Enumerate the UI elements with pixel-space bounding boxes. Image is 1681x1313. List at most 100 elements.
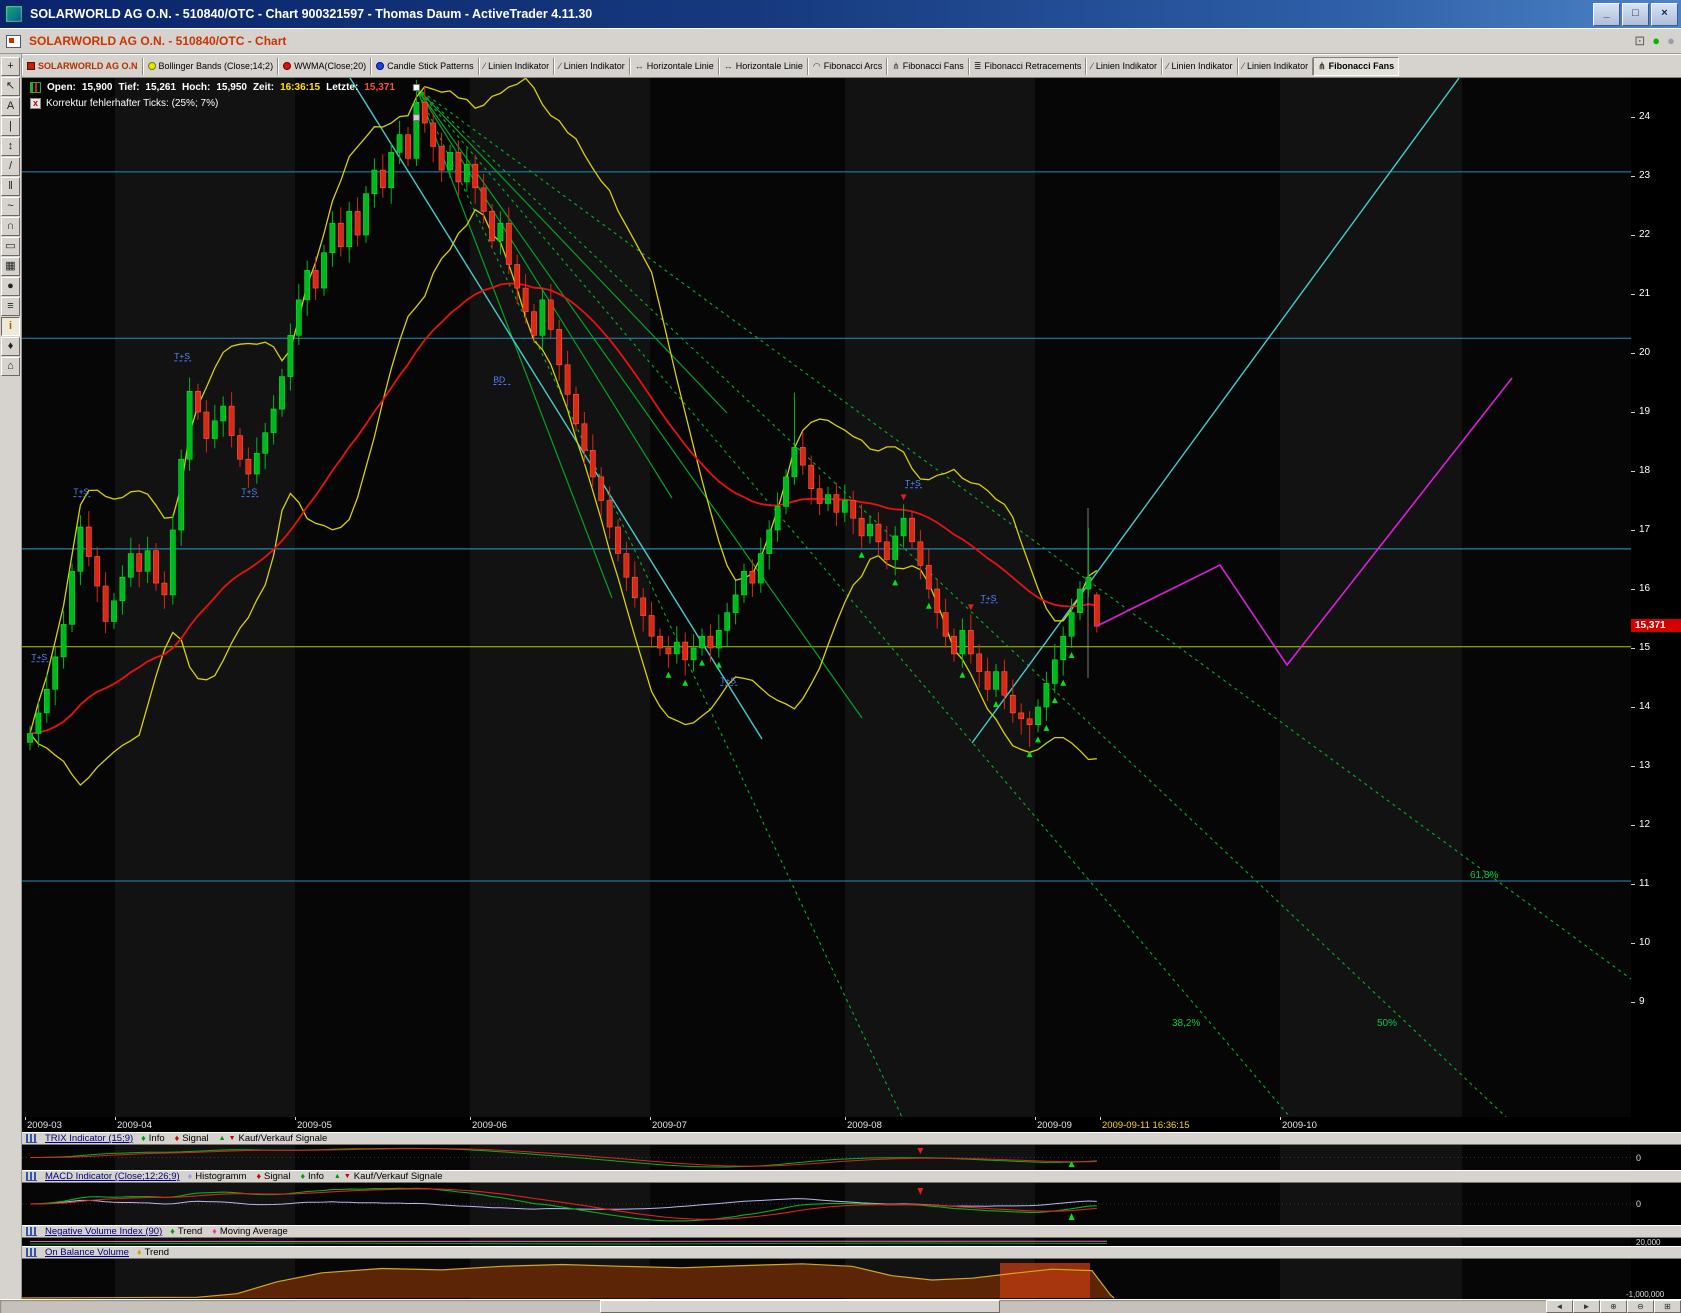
price-axis[interactable]: 242322212019181716151413121110915,371 [1631,78,1681,1117]
svg-text:T+S: T+S [720,675,736,685]
chip-label: Horizontale Linie [647,61,714,71]
price-axis-tick [1631,117,1635,118]
indicator-chip-5[interactable]: ∕Linien Indikator [479,58,555,75]
zoom-in-button[interactable]: ⊕ [1600,1300,1627,1313]
tool-pointer[interactable]: ↖ [1,77,20,96]
legend-kauf-verkauf-signale[interactable]: ▲▼Kauf/Verkauf Signale [219,1133,328,1144]
candlestick-chart[interactable]: T+ST+ST+ST+SBDT+ST+ST+S38,2%50%61,8% [22,78,1631,1117]
time-axis-label: 2009-05 [297,1120,332,1131]
tool-print[interactable]: ⌂ [1,357,20,376]
price-axis-label: 16 [1639,583,1650,594]
price-axis-tick [1631,1002,1635,1003]
moving-average-icon: ♦ [212,1227,217,1236]
scrollbar-thumb[interactable] [600,1300,1000,1313]
indicator-chip-11[interactable]: ≣Fibonacci Retracements [969,58,1087,75]
legend-histogramm[interactable]: ♦Histogramm [188,1171,247,1182]
float-window-button[interactable]: ⊡ [1634,32,1645,50]
macd-panel-title[interactable]: MACD Indicator (Close;12;26;9) [45,1171,180,1182]
legend-label: Trend [145,1247,169,1258]
tool-vertical-line[interactable]: | [1,117,20,136]
legend-trend[interactable]: ♦Trend [170,1226,202,1237]
buy-signal-icon: ▲ [219,1135,226,1142]
legend-signal[interactable]: ♦Signal [175,1133,209,1144]
indicator-chip-12[interactable]: ∕Linien Indikator [1086,58,1162,75]
trix-panel-chart[interactable]: 0 [22,1145,1681,1170]
legend-info[interactable]: ♦Info [300,1171,323,1182]
indicator-chip-9[interactable]: ◠Fibonacci Arcs [808,58,887,75]
trix-panel-title[interactable]: TRIX Indicator (15;9) [45,1133,133,1144]
indicator-chart-icon [26,1227,37,1236]
indicator-chip-8[interactable]: ↔Horizontale Linie [719,58,808,75]
indicator-chip-10[interactable]: ⋔Fibonacci Fans [887,58,969,75]
macd-panel-chart[interactable]: 0 [22,1183,1681,1225]
svg-text:T+S: T+S [981,593,997,603]
minimize-button[interactable]: _ [1593,3,1620,26]
high-value: 15,950 [216,82,247,93]
horizontal-scrollbar[interactable]: ◄ ► ⊕ ⊖ ⊞ [0,1299,1681,1313]
window-title: SOLARWORLD AG O.N. - 510840/OTC - Chart … [30,7,592,21]
drawing-toolbar: +↖A|↕/‖~∩▭▦●≡i♦⌂ [0,54,22,1299]
price-axis-label: 21 [1639,288,1650,299]
indicator-chip-2[interactable]: Bollinger Bands (Close;14;2) [143,58,279,75]
indicator-chip-15[interactable]: ⋔Fibonacci Fans [1313,57,1399,76]
tool-info[interactable]: i [1,317,20,336]
chart-window-title: SOLARWORLD AG O.N. - 510840/OTC - Chart [29,34,286,48]
legend-label: Signal [182,1133,208,1144]
price-axis-label: 18 [1639,465,1650,476]
legend-moving-average[interactable]: ♦Moving Average [212,1226,288,1237]
svg-text:0: 0 [1636,1153,1641,1163]
zoom-out-button[interactable]: ⊖ [1627,1300,1654,1313]
time-axis-tick [470,1117,471,1120]
tool-marker[interactable]: ♦ [1,337,20,356]
obv-panel-title[interactable]: On Balance Volume [45,1247,129,1258]
tool-list[interactable]: ≡ [1,297,20,316]
tool-trendline[interactable]: / [1,157,20,176]
obv-panel-chart[interactable]: -1,000,000 [22,1259,1681,1299]
price-axis-label: 19 [1639,406,1650,417]
scroll-left-button[interactable]: ◄ [1546,1300,1573,1313]
indicator-chip-7[interactable]: ↔Horizontale Linie [630,58,719,75]
tool-text[interactable]: A [1,97,20,116]
legend-signal[interactable]: ♦Signal [256,1171,290,1182]
legend-trend[interactable]: ♦Trend [137,1247,169,1258]
nvi-panel-chart[interactable]: 20,000 [22,1238,1681,1246]
time-axis-tick [1035,1117,1036,1120]
legend-kauf-verkauf-signale[interactable]: ▲▼Kauf/Verkauf Signale [334,1171,443,1182]
nvi-panel-title[interactable]: Negative Volume Index (90) [45,1226,162,1237]
legend-info[interactable]: ♦Info [141,1133,164,1144]
svg-text:50%: 50% [1377,1018,1397,1029]
indicator-chip-14[interactable]: ∕Linien Indikator [1238,58,1314,75]
trend-icon: ♦ [170,1227,175,1236]
chip-label: Linien Indikator [1247,61,1308,71]
tool-rectangle[interactable]: ▭ [1,237,20,256]
tool-arc[interactable]: ∩ [1,217,20,236]
indicator-chip-13[interactable]: ∕Linien Indikator [1162,58,1238,75]
tool-crosshair[interactable]: + [1,57,20,76]
restore-button[interactable]: □ [1622,3,1649,26]
tool-grid[interactable]: ▦ [1,257,20,276]
indicator-chip-6[interactable]: ∕Linien Indikator [554,58,630,75]
secondary-status-icon[interactable]: ● [1667,32,1675,50]
time-axis-label: 2009-09-11 16:36:15 [1102,1120,1190,1131]
legend-label: Moving Average [220,1226,288,1237]
time-axis[interactable]: 2009-032009-042009-052009-062009-072009-… [22,1117,1681,1132]
signal-icon: ♦ [175,1134,180,1143]
connection-status-icon[interactable]: ● [1652,32,1660,50]
tool-ellipse[interactable]: ● [1,277,20,296]
chart-canvas[interactable]: T+ST+ST+ST+SBDT+ST+ST+S38,2%50%61,8% Ope… [22,78,1631,1117]
tool-freehand[interactable]: ~ [1,197,20,216]
indicator-chip-4[interactable]: Candle Stick Patterns [371,58,479,75]
indicator-chip-3[interactable]: WWMA(Close;20) [278,58,371,75]
indicator-chip-1[interactable]: SOLARWORLD AG O.N [22,58,143,75]
chip-label: Linien Indikator [1171,61,1232,71]
close-button[interactable]: × [1651,3,1678,26]
tool-parallel-channel[interactable]: ‖ [1,177,20,196]
scroll-right-button[interactable]: ► [1573,1300,1600,1313]
tool-measure[interactable]: ↕ [1,137,20,156]
sell-signal-icon: ▼ [344,1173,351,1180]
zoom-reset-button[interactable]: ⊞ [1654,1300,1681,1313]
price-axis-tick [1631,825,1635,826]
svg-text:T+S: T+S [241,487,257,497]
chip-label: Linien Indikator [564,61,625,71]
window-titlebar[interactable]: SOLARWORLD AG O.N. - 510840/OTC - Chart … [0,0,1681,28]
